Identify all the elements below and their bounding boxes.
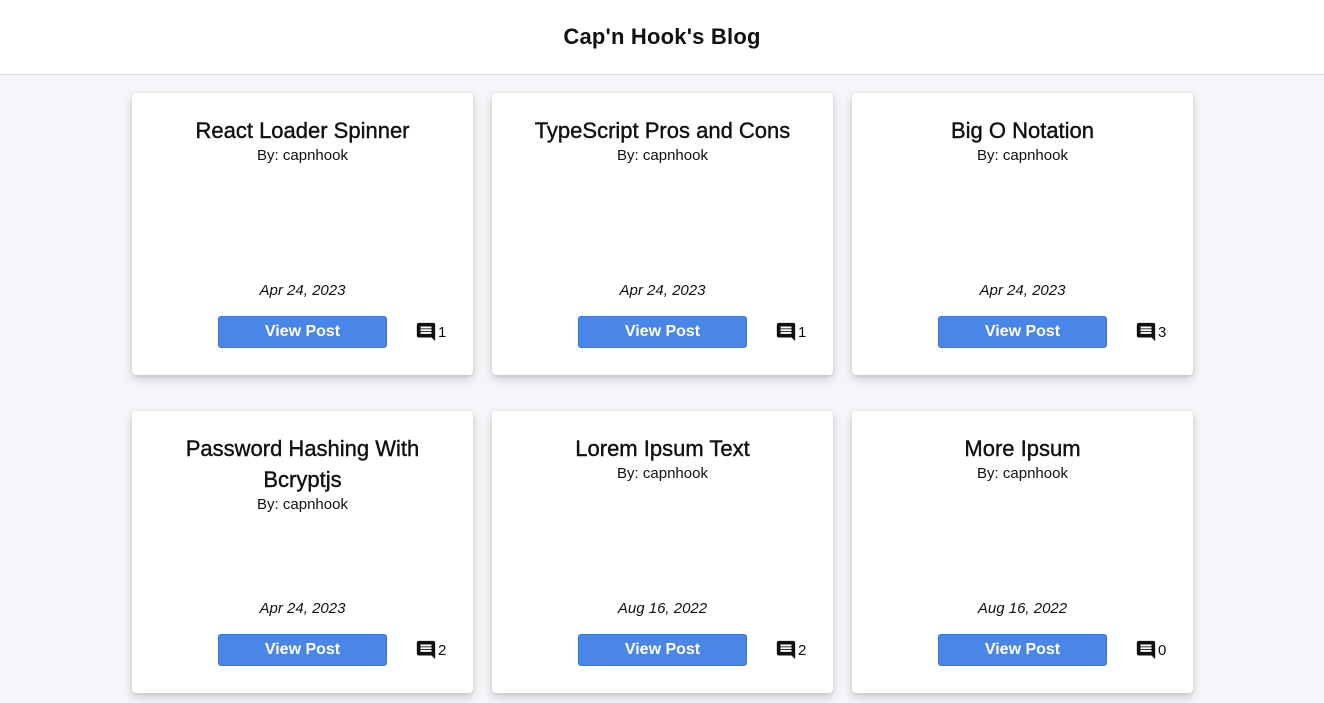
comment-icon — [1135, 639, 1157, 661]
post-date: Apr 24, 2023 — [259, 600, 346, 617]
view-post-button[interactable]: View Post — [578, 634, 747, 666]
comment-count[interactable]: 3 — [1135, 321, 1166, 343]
post-author: By: capnhook — [977, 465, 1068, 482]
comment-count[interactable]: 2 — [775, 639, 806, 661]
comment-count-value: 2 — [438, 641, 447, 659]
post-title: More Ipsum — [964, 436, 1081, 461]
site-title: Cap'n Hook's Blog — [563, 24, 761, 49]
post-author: By: capnhook — [257, 496, 348, 513]
post-card-header: TypeScript Pros and Cons By: capnhook — [512, 115, 813, 166]
post-author: By: capnhook — [257, 147, 348, 164]
comment-icon — [775, 321, 797, 343]
post-card-header: Lorem Ipsum Text By: capnhook — [512, 433, 813, 484]
view-post-button[interactable]: View Post — [218, 316, 387, 348]
comment-count-value: 0 — [1158, 641, 1167, 659]
post-card-header: More Ipsum By: capnhook — [872, 433, 1173, 484]
comment-icon — [415, 321, 437, 343]
view-post-button[interactable]: View Post — [218, 634, 387, 666]
view-post-button[interactable]: View Post — [578, 316, 747, 348]
post-date: Aug 16, 2022 — [977, 600, 1068, 617]
post-date: Apr 24, 2023 — [259, 282, 346, 299]
post-title: React Loader Spinner — [195, 118, 410, 143]
post-title: Big O Notation — [950, 118, 1095, 143]
post-title: TypeScript Pros and Cons — [534, 118, 791, 143]
post-title: Password Hashing With Bcryptjs — [185, 436, 420, 492]
post-author: By: capnhook — [977, 147, 1068, 164]
post-author: By: capnhook — [617, 465, 708, 482]
comment-count-value: 1 — [798, 323, 807, 341]
post-card: Big O Notation By: capnhook Apr 24, 2023… — [852, 93, 1193, 375]
post-card-header: Password Hashing With Bcryptjs By: capnh… — [152, 433, 453, 515]
post-card: Password Hashing With Bcryptjs By: capnh… — [132, 411, 473, 693]
post-card: TypeScript Pros and Cons By: capnhook Ap… — [492, 93, 833, 375]
post-date: Aug 16, 2022 — [617, 600, 708, 617]
comment-count[interactable]: 2 — [415, 639, 446, 661]
post-author: By: capnhook — [617, 147, 708, 164]
comment-count-value: 1 — [438, 323, 447, 341]
comment-count[interactable]: 1 — [775, 321, 806, 343]
post-title: Lorem Ipsum Text — [575, 436, 750, 461]
view-post-button[interactable]: View Post — [938, 634, 1107, 666]
comment-count[interactable]: 1 — [415, 321, 446, 343]
post-card-header: React Loader Spinner By: capnhook — [152, 115, 453, 166]
post-card: More Ipsum By: capnhook Aug 16, 2022 Vie… — [852, 411, 1193, 693]
post-date: Apr 24, 2023 — [619, 282, 706, 299]
post-card: React Loader Spinner By: capnhook Apr 24… — [132, 93, 473, 375]
post-grid: React Loader Spinner By: capnhook Apr 24… — [0, 75, 1324, 703]
comment-count[interactable]: 0 — [1135, 639, 1166, 661]
view-post-button[interactable]: View Post — [938, 316, 1107, 348]
post-card-header: Big O Notation By: capnhook — [872, 115, 1173, 166]
comment-count-value: 3 — [1158, 323, 1167, 341]
post-card: Lorem Ipsum Text By: capnhook Aug 16, 20… — [492, 411, 833, 693]
comment-icon — [775, 639, 797, 661]
comment-count-value: 2 — [798, 641, 807, 659]
comment-icon — [415, 639, 437, 661]
comment-icon — [1135, 321, 1157, 343]
site-header: Cap'n Hook's Blog — [0, 0, 1324, 75]
post-date: Apr 24, 2023 — [979, 282, 1066, 299]
